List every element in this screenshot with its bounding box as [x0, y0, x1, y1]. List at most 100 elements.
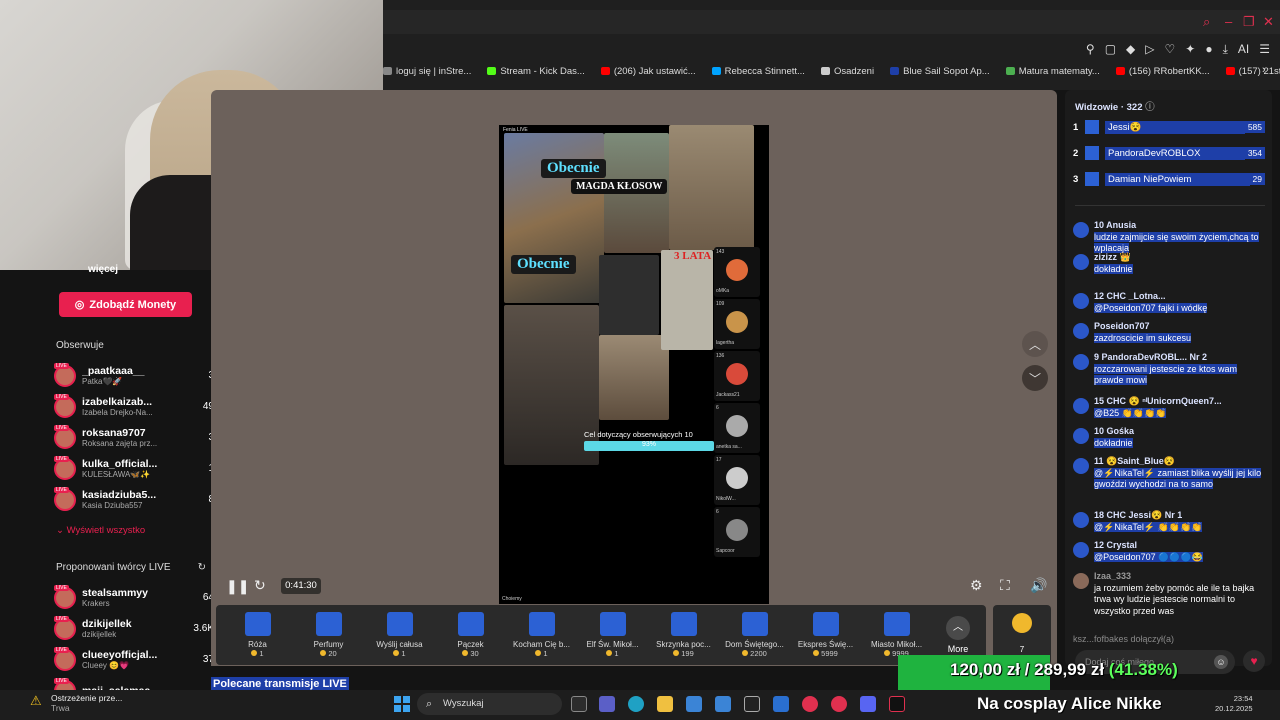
chat-message[interactable]: 15 CHC 😵 ⁿˡUnicornQueen7... @B25 👏👏👏👏 [1073, 396, 1268, 419]
mail-icon[interactable] [715, 696, 731, 712]
gift-item[interactable]: Dom Świętego... 2200 [719, 612, 790, 658]
more-link-partial[interactable]: więcej [88, 264, 118, 275]
guest-tile[interactable]: 136 Jackass21 [714, 351, 760, 401]
chat-message[interactable]: zizizz 👑 dokładnie [1073, 252, 1268, 275]
profile-icon[interactable]: ● [1205, 42, 1212, 57]
gift-item[interactable]: Perfumy 20 [293, 612, 364, 658]
guest-tile[interactable]: 109 lagertha [714, 299, 760, 349]
info-icon[interactable]: ⓘ [1145, 102, 1155, 113]
close-icon[interactable]: ✕ [1263, 14, 1274, 30]
chat-message[interactable]: 11 😵Saint_Blue😵 @⚡NikaTel⚡ zamiast blika … [1073, 456, 1268, 491]
store-icon[interactable] [686, 696, 702, 712]
ai-label[interactable]: AI [1238, 42, 1249, 57]
guest-tile[interactable]: 143 oMKa [714, 247, 760, 297]
like-button[interactable]: ♥ [1243, 650, 1265, 672]
bookmark[interactable]: (156) RRobertKK... [1115, 66, 1210, 77]
volume-icon[interactable]: 🔊 [1030, 577, 1047, 594]
system-clock[interactable]: 23:54 20.12.2025 [1215, 694, 1253, 714]
gift-item[interactable]: Skrzynka poc... 199 [648, 612, 719, 658]
app-icon-3[interactable] [831, 696, 847, 712]
gift-item[interactable]: Kocham Cię b... 1 [506, 612, 577, 658]
more-gifts-button[interactable]: ︿ More [938, 616, 978, 654]
bookmark[interactable]: Matura matematy... [1005, 66, 1100, 77]
gift-item[interactable]: Ekspres Świę... 5999 [790, 612, 861, 658]
chat-message[interactable]: 10 Anusia ludzie zajmijcie się swoim życi… [1073, 220, 1268, 255]
channel-item[interactable]: LIVE clueeyofficjal... Clueey 😊💗 37 [54, 644, 214, 675]
chat-message[interactable]: 18 CHC Jessi😵 Nr 1 @⚡NikaTel⚡ 👏👏👏👏 [1073, 510, 1268, 533]
warning-icon[interactable]: ⚠ [30, 694, 44, 708]
puzzle-icon[interactable]: ✦ [1185, 42, 1195, 57]
bookmark[interactable]: Osadzeni [820, 66, 874, 77]
bookmark[interactable]: Blue Sail Sopot Ap... [890, 66, 990, 77]
gift-item[interactable]: Elf Św. Mikoł... 1 [577, 612, 648, 658]
edge-icon[interactable] [628, 696, 644, 712]
app-icon[interactable] [744, 696, 760, 712]
chat-message[interactable]: 12 CHC _Lotna... @Poseidon707 fajki i wód… [1073, 291, 1268, 314]
bookmark[interactable]: (157) 21st Century... [1225, 66, 1280, 77]
channel-item[interactable]: LIVEkasiadziuba5...Kasia Dziuba5578 [54, 484, 214, 515]
search-icon[interactable]: ⌕ [1203, 14, 1210, 30]
file-explorer-icon[interactable] [657, 696, 673, 712]
channel-item[interactable]: LIVEkulka_official...KULESŁAWA🦋✨1 [54, 453, 214, 484]
emoji-icon[interactable]: ☺ [1214, 655, 1228, 669]
taskbar-search[interactable]: ⌕ Wyszukaj [417, 693, 562, 715]
fullscreen-icon[interactable]: ⛶ [1000, 577, 1010, 594]
guest-tile[interactable]: 6 Sapcoor [714, 507, 760, 557]
next-stream-button[interactable]: ﹀ [1022, 365, 1048, 391]
warning-notification[interactable]: Ostrzeżenie prze... Trwa [51, 693, 122, 713]
bookmarks-overflow-icon[interactable]: › [1262, 64, 1266, 76]
top-viewer-row[interactable]: 1 Jessi😵 585 [1073, 118, 1265, 136]
chat-message[interactable]: 12 Crystal @Poseidon707 🔵🔵🔵😂 [1073, 540, 1268, 563]
opera-icon[interactable] [802, 696, 818, 712]
chat-username[interactable]: 10 Gośka [1094, 426, 1268, 438]
bookmark[interactable]: Rebecca Stinnett... [711, 66, 805, 77]
guest-tile[interactable]: 6 anetka sa... [714, 403, 760, 453]
discord-icon[interactable] [860, 696, 876, 712]
download-icon[interactable]: ⤓ [1223, 42, 1228, 57]
show-all-link[interactable]: ⌄ Wyświetl wszystko [56, 525, 145, 536]
chat-username[interactable]: Poseidon707 [1094, 321, 1268, 333]
gift-item[interactable]: Miasto Mikoł... 9999 [861, 612, 932, 658]
windows-start-icon[interactable] [394, 696, 410, 712]
chat-username[interactable]: 18 CHC Jessi😵 Nr 1 [1094, 510, 1268, 522]
chat-username[interactable]: zizizz 👑 [1094, 252, 1268, 264]
bookmark[interactable]: Stream - Kick Das... [487, 66, 585, 77]
channel-item[interactable]: LIVE stealsammyy Krakers 64 [54, 582, 214, 613]
shield-icon[interactable]: ◆ [1126, 42, 1135, 57]
refresh-stream-icon[interactable]: ↻ [254, 577, 266, 594]
channel-item[interactable]: LIVEroksana9707Roksana zajęta prz...3 [54, 422, 214, 453]
task-view-icon[interactable] [571, 696, 587, 712]
channel-item[interactable]: LIVE dzikijellek dzikijellek 3.6K [54, 613, 214, 644]
guest-tile[interactable]: 17 NikolW... [714, 455, 760, 505]
top-viewer-row[interactable]: 3 Damian NiePowiem 29 [1073, 170, 1265, 188]
heart-icon[interactable]: ♡ [1165, 42, 1176, 57]
app-icon-2[interactable] [773, 696, 789, 712]
chat-message[interactable]: Poseidon707 zazdroscicie im sukcesu [1073, 321, 1268, 344]
extension-icon[interactable]: ⚲ [1086, 42, 1095, 57]
bookmark[interactable]: loguj się | inStre... [383, 66, 471, 77]
menu-icon[interactable]: ☰ [1259, 42, 1270, 57]
chat-username[interactable]: 10 Anusia [1094, 220, 1268, 232]
chat-username[interactable]: 11 😵Saint_Blue😵 [1094, 456, 1268, 468]
pause-icon[interactable]: ❚❚ [226, 578, 249, 595]
teams-icon[interactable] [599, 696, 615, 712]
gift-item[interactable]: Róża 1 [222, 612, 293, 658]
chat-username[interactable]: 15 CHC 😵 ⁿˡUnicornQueen7... [1094, 396, 1268, 408]
screenshot-icon[interactable]: ▢ [1105, 42, 1116, 57]
settings-icon[interactable]: ⚙ [970, 577, 983, 594]
tiktok-icon[interactable] [889, 696, 905, 712]
refresh-icon[interactable]: ↻ [198, 562, 206, 573]
get-coins-button[interactable]: ◎ Zdobądź Monety [59, 292, 192, 317]
top-viewer-row[interactable]: 2 PandoraDevROBLOX 354 [1073, 144, 1265, 162]
chat-username[interactable]: Izaa_333 [1094, 571, 1268, 583]
maximize-icon[interactable]: ❐ [1243, 14, 1255, 30]
chat-message[interactable]: 9 PandoraDevROBL... Nr 2 rozczarowani jes… [1073, 352, 1268, 387]
viewers-title[interactable]: Widzowie · 322 ⓘ [1075, 99, 1155, 113]
play-icon[interactable]: ▷ [1145, 42, 1154, 57]
channel-item[interactable]: LIVE_paatkaaa__Patka🖤🚀3 [54, 360, 214, 391]
channel-item[interactable]: LIVE izabelkaizab... Izabela Drejko-Na... 4… [54, 391, 214, 422]
chat-username[interactable]: 12 CHC _Lotna... [1094, 291, 1268, 303]
previous-stream-button[interactable]: ︿ [1022, 331, 1048, 357]
chat-username[interactable]: 9 PandoraDevROBL... Nr 2 [1094, 352, 1268, 364]
gift-item[interactable]: Wyślij całusa 1 [364, 612, 435, 658]
